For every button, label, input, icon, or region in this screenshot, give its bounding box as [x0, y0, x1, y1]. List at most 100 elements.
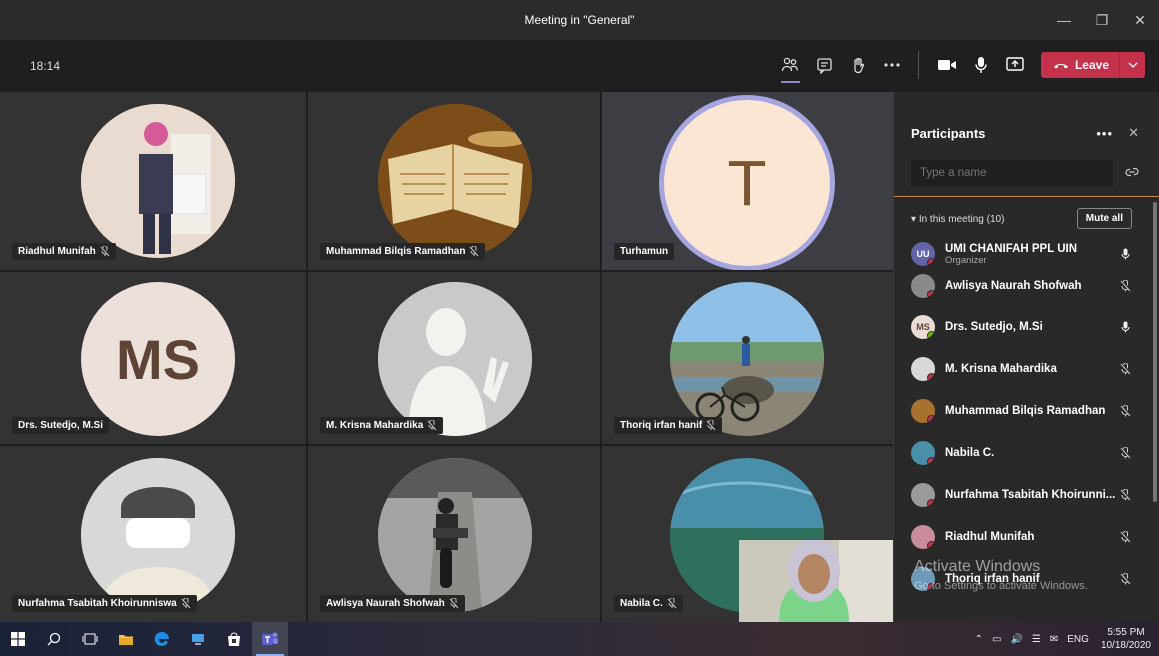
chevron-down-icon [1128, 62, 1137, 68]
store-icon[interactable] [216, 622, 252, 656]
participant-initials-avatar: T [659, 95, 835, 270]
search-icon[interactable] [36, 622, 72, 656]
participant-photo: FG [81, 458, 235, 612]
teams-app-icon[interactable] [252, 622, 288, 656]
mic-off-icon [100, 246, 110, 257]
video-tile[interactable]: MS Drs. Sutedjo, M.Si [0, 272, 306, 444]
participant-row[interactable]: Awlisya Naurah Shofwah [911, 272, 1133, 300]
participant-nametag: Riadhul Munifah [12, 243, 116, 260]
wifi-icon[interactable]: ☰ [1032, 634, 1041, 645]
title-bar: Meeting in "General" — ❐ ✕ [0, 0, 1159, 40]
participant-nametag: Muhammad Bilqis Ramadhan [320, 243, 486, 260]
participant-row[interactable]: Nurfahma Tsabitah Khoirunni... [911, 481, 1133, 509]
participant-nametag: M. Krisna Mahardika [320, 417, 444, 434]
mic-off-icon [1117, 531, 1133, 543]
participant-photo [670, 282, 824, 436]
more-options-icon[interactable] [877, 50, 908, 80]
start-button[interactable] [0, 622, 36, 656]
mic-off-icon [667, 598, 677, 609]
participants-icon[interactable] [775, 50, 806, 83]
mic-off-icon [1117, 363, 1133, 375]
video-tile[interactable]: Awlisya Naurah Shofwah [308, 446, 600, 622]
video-tile[interactable]: Riadhul Munifah [0, 92, 306, 270]
participant-row[interactable]: Nabila C. [911, 439, 1133, 467]
participants-panel: Participants ••• ✕ ▾ In this meeting (10… [893, 92, 1159, 622]
mic-off-icon [706, 420, 716, 431]
leave-options-button[interactable] [1119, 52, 1145, 78]
video-tile[interactable]: Muhammad Bilqis Ramadhan [308, 92, 600, 270]
raise-hand-icon[interactable] [843, 50, 874, 80]
participant-nametag: Turhamun [614, 243, 675, 260]
file-explorer-icon[interactable] [108, 622, 144, 656]
video-tile[interactable]: M. Krisna Mahardika [308, 272, 600, 444]
avatar [911, 357, 935, 381]
taskbar-clock[interactable]: 5:55 PM 10/18/2020 [1101, 626, 1151, 652]
mic-off-icon [1117, 405, 1133, 417]
share-invite-icon[interactable] [1125, 166, 1139, 178]
close-panel-icon[interactable]: ✕ [1128, 125, 1139, 141]
participant-photo [81, 104, 235, 258]
participant-nametag: Drs. Sutedjo, M.Si [12, 417, 110, 434]
meeting-timer: 18:14 [30, 59, 61, 73]
notifications-icon[interactable]: ✉ [1050, 634, 1058, 645]
microphone-icon[interactable] [966, 50, 997, 80]
video-tile[interactable]: Nabila C. [602, 446, 893, 622]
battery-icon[interactable]: ▭ [992, 634, 1001, 645]
mic-off-icon [1117, 447, 1133, 459]
camera-icon[interactable] [932, 50, 963, 80]
avatar [911, 441, 935, 465]
volume-icon[interactable]: 🔊 [1010, 634, 1022, 645]
participant-row[interactable]: MS Drs. Sutedjo, M.Si [911, 313, 1133, 341]
panel-divider [894, 196, 1159, 197]
participant-row[interactable]: UU UMI CHANIFAH PPL UIN Organizer [911, 240, 1133, 268]
maximize-icon[interactable]: ❐ [1083, 0, 1121, 40]
participant-initials-avatar: MS [81, 282, 235, 436]
participant-nametag: Thoriq irfan hanif [614, 417, 723, 434]
leave-main[interactable]: Leave [1041, 52, 1119, 78]
video-tile[interactable]: Thoriq irfan hanif [602, 272, 893, 444]
video-tile[interactable]: T Turhamun [602, 92, 893, 270]
task-view-icon[interactable] [72, 622, 108, 656]
minimize-icon[interactable]: — [1045, 0, 1083, 40]
leave-label: Leave [1074, 58, 1109, 72]
more-options-icon[interactable]: ••• [1096, 126, 1113, 141]
close-icon[interactable]: ✕ [1121, 0, 1159, 40]
window-controls: — ❐ ✕ [1045, 0, 1159, 40]
participant-nametag: Awlisya Naurah Shofwah [320, 595, 465, 612]
leave-button[interactable]: Leave [1040, 52, 1145, 78]
toolbar-divider [917, 51, 919, 79]
avatar [911, 525, 935, 549]
chevron-up-icon[interactable]: ⌃ [975, 634, 983, 645]
participant-row[interactable]: Riadhul Munifah [911, 523, 1133, 551]
activate-windows-watermark: Activate Windows [914, 558, 1041, 575]
participant-photo [378, 458, 532, 612]
mic-off-icon [1117, 573, 1133, 585]
video-tile[interactable]: FG Nurfahma Tsabitah Khoirunniswa [0, 446, 306, 622]
participant-search-input[interactable] [911, 160, 1113, 186]
mic-off-icon [470, 246, 479, 257]
share-screen-icon[interactable] [1000, 50, 1031, 80]
mic-off-icon [1117, 280, 1133, 292]
avatar [911, 274, 935, 298]
avatar: UU [911, 242, 935, 266]
participant-row[interactable]: M. Krisna Mahardika [911, 355, 1133, 383]
mic-on-icon [1117, 321, 1133, 333]
edge-browser-icon[interactable] [144, 622, 180, 656]
mic-off-icon [181, 598, 191, 609]
meeting-toolbar: 18:14 Leave [0, 40, 1159, 92]
participant-row[interactable]: Muhammad Bilqis Ramadhan [911, 397, 1133, 425]
mute-all-button[interactable]: Mute all [1076, 208, 1132, 229]
language-indicator[interactable]: ENG [1067, 634, 1089, 645]
windows-logo-icon [11, 632, 25, 646]
chat-icon[interactable] [809, 50, 840, 80]
system-tray: ⌃ ▭ 🔊 ☰ ✉ ENG 5:55 PM 10/18/2020 [966, 622, 1151, 656]
in-meeting-section-label[interactable]: ▾ In this meeting (10) [911, 214, 1004, 225]
panel-scrollbar[interactable] [1153, 202, 1157, 502]
app-icon[interactable] [180, 622, 216, 656]
participant-photo [378, 282, 532, 436]
video-grid: Riadhul Munifah Muhammad Bilqis Ramadhan… [0, 92, 893, 622]
mic-off-icon [427, 420, 437, 431]
mic-off-icon [1117, 489, 1133, 501]
self-view-video[interactable] [739, 540, 893, 622]
panel-title: Participants [911, 126, 986, 141]
